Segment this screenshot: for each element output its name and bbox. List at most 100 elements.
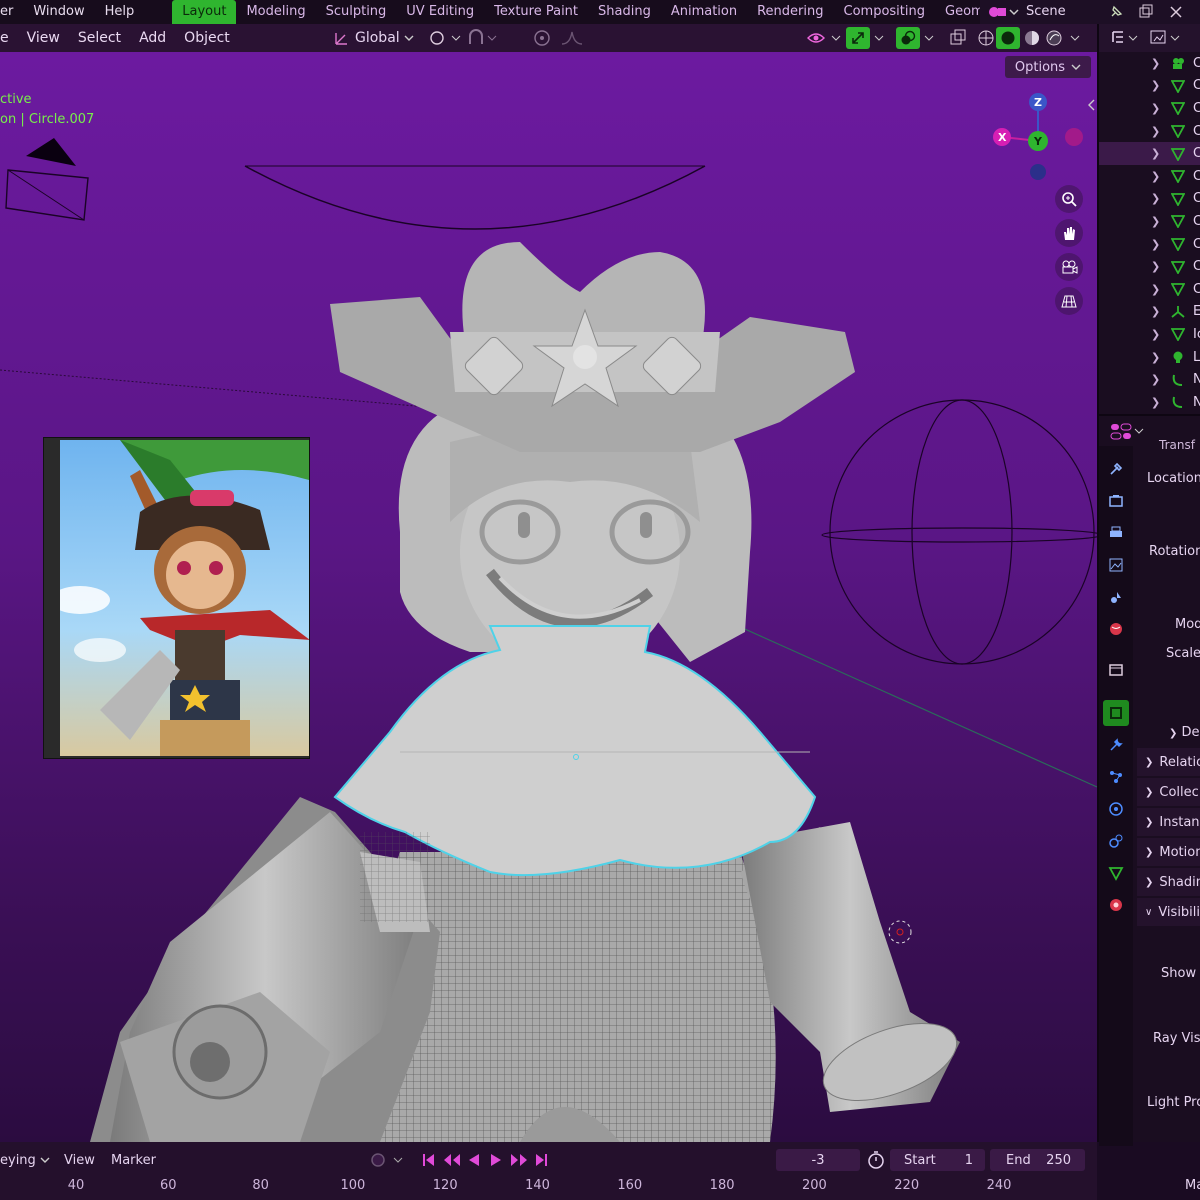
tab-render[interactable]: [1103, 488, 1129, 514]
chevron-right-icon[interactable]: ❯: [1151, 215, 1160, 228]
property-panel-header[interactable]: ❯ Motion: [1137, 838, 1200, 866]
outliner-item[interactable]: ❯ C: [1099, 75, 1200, 98]
stopwatch-icon[interactable]: [866, 1150, 886, 1170]
play-icon[interactable]: [488, 1152, 504, 1168]
snap-icon[interactable]: [466, 28, 500, 48]
outliner-item[interactable]: ❯ C: [1099, 278, 1200, 301]
keying-dropdown[interactable]: eying: [0, 1153, 50, 1168]
tab-view-layer[interactable]: [1103, 552, 1129, 578]
menu-select[interactable]: Select: [69, 24, 130, 52]
tab-modifiers[interactable]: [1103, 732, 1129, 758]
pan-button[interactable]: [1055, 219, 1083, 247]
start-frame-field[interactable]: Start 1: [890, 1149, 985, 1171]
tab-collection[interactable]: [1103, 656, 1129, 682]
tab-animation[interactable]: Animation: [661, 0, 747, 24]
tab-layout[interactable]: Layout: [172, 0, 237, 24]
tab-object[interactable]: [1103, 700, 1129, 726]
3d-viewport[interactable]: ctive on | Circle.007 Options Z X Y: [0, 52, 1097, 1142]
property-panel-header[interactable]: ❯ Shadin: [1137, 868, 1200, 896]
tab-uv-editing[interactable]: UV Editing: [396, 0, 484, 24]
reference-image[interactable]: [43, 437, 310, 759]
menu-view[interactable]: View: [18, 24, 69, 52]
outliner-item[interactable]: ❯ E: [1099, 301, 1200, 324]
chevron-right-icon[interactable]: ❯: [1151, 396, 1160, 409]
display-mode-icon[interactable]: [1111, 29, 1141, 47]
chevron-right-icon[interactable]: ❯: [1151, 328, 1160, 341]
options-button[interactable]: Options: [1005, 56, 1091, 78]
outliner-item[interactable]: ❯ N: [1099, 368, 1200, 391]
tab-rendering[interactable]: Rendering: [747, 0, 833, 24]
tab-tool[interactable]: [1103, 456, 1129, 482]
xray-icon[interactable]: [948, 28, 968, 48]
menu-edit[interactable]: er: [0, 0, 23, 24]
chevron-right-icon[interactable]: ❯: [1151, 57, 1160, 70]
scene-selector[interactable]: Scene: [980, 0, 1200, 24]
chevron-right-icon[interactable]: ❯: [1151, 283, 1160, 296]
jump-keyframe-forward-icon[interactable]: [509, 1152, 529, 1168]
outliner-item[interactable]: ❯ C: [1099, 97, 1200, 120]
tab-world[interactable]: [1103, 616, 1129, 642]
chevron-down-icon[interactable]: [922, 28, 936, 48]
chevron-right-icon[interactable]: ❯: [1151, 102, 1160, 115]
transform-header[interactable]: Transf: [1159, 438, 1195, 452]
navigation-gizmo[interactable]: Z X Y: [985, 90, 1095, 190]
outliner-item[interactable]: ❯ C: [1099, 210, 1200, 233]
tab-modeling[interactable]: Modeling: [236, 0, 315, 24]
tab-constraints[interactable]: [1103, 828, 1129, 854]
outliner-item[interactable]: ❯ C: [1099, 255, 1200, 278]
menu-object[interactable]: Object: [175, 24, 239, 52]
falloff-icon[interactable]: [560, 28, 586, 48]
wireframe-shading-icon[interactable]: [976, 28, 996, 48]
property-panel-header[interactable]: ❯ Collec: [1137, 778, 1200, 806]
pivot-icon[interactable]: [428, 28, 462, 48]
zoom-button[interactable]: [1055, 185, 1083, 213]
chevron-right-icon[interactable]: ❯: [1151, 373, 1160, 386]
close-icon[interactable]: [1168, 4, 1184, 20]
menu-add[interactable]: Add: [130, 24, 175, 52]
end-frame-field[interactable]: End 250: [990, 1149, 1085, 1171]
property-panel-header[interactable]: ∨ Visibili: [1137, 898, 1200, 926]
menu-mode[interactable]: e: [0, 24, 18, 52]
outliner-item[interactable]: ❯ C: [1099, 188, 1200, 211]
tab-data[interactable]: [1103, 860, 1129, 886]
outliner-item[interactable]: ❯ C: [1099, 120, 1200, 143]
auto-keying-icon[interactable]: [368, 1150, 408, 1170]
tab-particles[interactable]: [1103, 764, 1129, 790]
current-frame-field[interactable]: -3: [776, 1149, 860, 1171]
chevron-right-icon[interactable]: ❯: [1151, 79, 1160, 92]
chevron-right-icon[interactable]: ❯: [1151, 305, 1160, 318]
tab-output[interactable]: [1103, 520, 1129, 546]
proportional-edit-icon[interactable]: [532, 28, 552, 48]
outliner-item[interactable]: ❯ C: [1099, 233, 1200, 256]
visibility-icon[interactable]: [806, 28, 846, 48]
transform-orientation-dropdown[interactable]: Global: [333, 27, 414, 49]
outliner-item[interactable]: ❯ C: [1099, 52, 1200, 75]
menu-help[interactable]: Help: [95, 0, 145, 24]
chevron-right-icon[interactable]: ❯: [1151, 170, 1160, 183]
tab-texture-paint[interactable]: Texture Paint: [484, 0, 588, 24]
tab-physics[interactable]: [1103, 796, 1129, 822]
tab-shading[interactable]: Shading: [588, 0, 661, 24]
timeline-ruler[interactable]: 40 60 80 100 120 140 160 180 200 220 240: [0, 1176, 1097, 1200]
tab-material[interactable]: [1103, 892, 1129, 918]
chevron-right-icon[interactable]: ❯: [1151, 125, 1160, 138]
menu-window[interactable]: Window: [23, 0, 94, 24]
pin-icon[interactable]: [1108, 4, 1124, 20]
rendered-shading-icon[interactable]: [1044, 28, 1064, 48]
tab-compositing[interactable]: Compositing: [834, 0, 936, 24]
outliner-item[interactable]: ❯ C: [1099, 142, 1200, 165]
timeline-view-menu[interactable]: View: [64, 1153, 95, 1168]
timeline-marker-menu[interactable]: Marker: [111, 1153, 156, 1168]
chevron-right-icon[interactable]: ❯: [1151, 238, 1160, 251]
play-reverse-icon[interactable]: [466, 1152, 482, 1168]
outliner-item[interactable]: ❯ C: [1099, 165, 1200, 188]
material-shading-icon[interactable]: [1022, 28, 1042, 48]
duplicate-scene-icon[interactable]: [1138, 4, 1154, 20]
property-panel-header[interactable]: ❯ Instan: [1137, 808, 1200, 836]
chevron-down-icon[interactable]: [1068, 28, 1082, 48]
projection-toggle-button[interactable]: [1055, 287, 1083, 315]
delta-transform-panel[interactable]: ❯ Delt: [1169, 725, 1200, 740]
camera-view-button[interactable]: [1055, 253, 1083, 281]
chevron-right-icon[interactable]: ❯: [1151, 147, 1160, 160]
outliner-item[interactable]: ❯ Li: [1099, 346, 1200, 369]
